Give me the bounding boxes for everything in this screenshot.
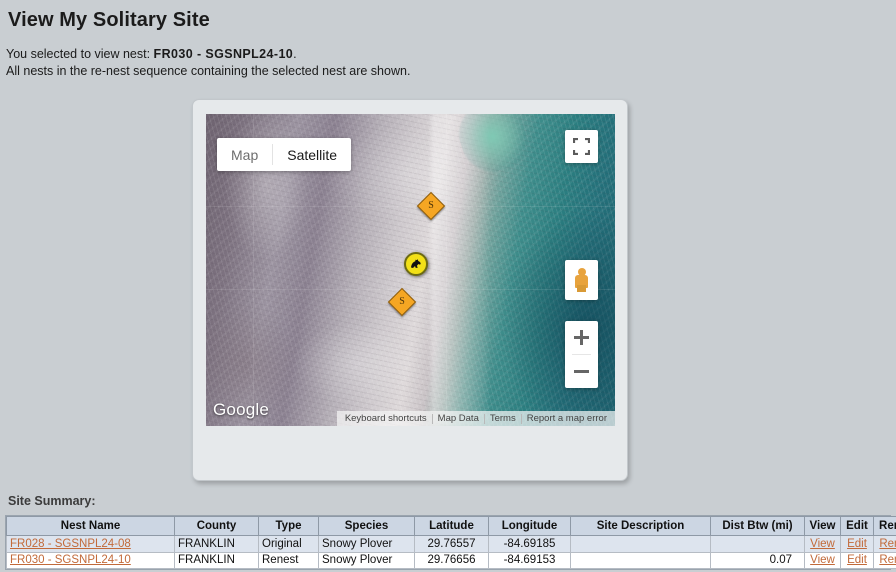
edit-link[interactable]: Edit	[847, 554, 867, 566]
table-row: FR028 - SGSNPL24-08 FRANKLIN Original Sn…	[7, 536, 896, 553]
pegman-icon	[574, 268, 589, 292]
cell-nest-name: FR030 - SGSNPL24-10	[7, 552, 175, 569]
bird-icon	[409, 258, 423, 270]
plus-icon	[574, 330, 589, 345]
nest-name-link[interactable]: FR030 - SGSNPL24-10	[10, 554, 131, 566]
cell-longitude: -84.69153	[489, 552, 571, 569]
fullscreen-button[interactable]	[565, 130, 598, 163]
cell-latitude: 29.76557	[415, 536, 489, 553]
cell-view: View	[805, 552, 841, 569]
cell-view: View	[805, 536, 841, 553]
column-header-type: Type	[259, 517, 319, 536]
column-header-county: County	[175, 517, 259, 536]
view-link[interactable]: View	[810, 554, 835, 566]
cell-county: FRANKLIN	[175, 536, 259, 553]
intro-line-1-prefix: You selected to view nest:	[6, 47, 154, 61]
cell-edit: Edit	[841, 552, 874, 569]
map-type-satellite-button[interactable]: Satellite	[273, 138, 351, 171]
cell-latitude: 29.76656	[415, 552, 489, 569]
cell-dist-btw	[711, 536, 805, 553]
cell-species: Snowy Plover	[319, 536, 415, 553]
page-title: View My Solitary Site	[8, 9, 896, 32]
column-header-dist-btw: Dist Btw (mi)	[711, 517, 805, 536]
site-summary-heading: Site Summary:	[8, 494, 96, 508]
cell-species: Snowy Plover	[319, 552, 415, 569]
column-header-site-description: Site Description	[571, 517, 711, 536]
column-header-species: Species	[319, 517, 415, 536]
remove-link[interactable]: Rem	[879, 554, 896, 566]
intro-line-1-suffix: .	[293, 47, 296, 61]
remove-link[interactable]: Rem	[879, 538, 896, 550]
cell-type: Renest	[259, 552, 319, 569]
map-attribution-bar: Keyboard shortcuts Map Data Terms Report…	[337, 411, 615, 426]
cell-type: Original	[259, 536, 319, 553]
pegman-legs	[577, 285, 586, 292]
map-type-control[interactable]: Map Satellite	[217, 138, 351, 171]
terms-link[interactable]: Terms	[485, 413, 521, 424]
map-data-link[interactable]: Map Data	[433, 413, 484, 424]
column-header-view: View	[805, 517, 841, 536]
intro-line-2: All nests in the re-nest sequence contai…	[6, 63, 896, 80]
nest-marker-label: S	[393, 293, 411, 311]
map-viewport[interactable]: Map Satellite S	[206, 114, 615, 426]
site-summary-table-container: Nest Name County Type Species Latitude L…	[5, 515, 891, 570]
pegman-button[interactable]	[565, 260, 598, 300]
cell-nest-name: FR028 - SGSNPL24-08	[7, 536, 175, 553]
column-header-longitude: Longitude	[489, 517, 571, 536]
map-panel: Map Satellite S	[192, 99, 628, 481]
column-header-nest-name: Nest Name	[7, 517, 175, 536]
map-tile-seam	[446, 114, 447, 426]
intro-text: You selected to view nest: FR030 - SGSNP…	[6, 46, 896, 80]
table-row: FR030 - SGSNPL24-10 FRANKLIN Renest Snow…	[7, 552, 896, 569]
cell-edit: Edit	[841, 536, 874, 553]
cell-longitude: -84.69185	[489, 536, 571, 553]
zoom-control[interactable]	[565, 321, 598, 388]
zoom-out-button[interactable]	[565, 355, 598, 388]
cell-county: FRANKLIN	[175, 552, 259, 569]
cell-dist-btw: 0.07	[711, 552, 805, 569]
map-tile-seam	[206, 206, 615, 207]
edit-link[interactable]: Edit	[847, 538, 867, 550]
minus-icon	[574, 364, 589, 379]
view-link[interactable]: View	[810, 538, 835, 550]
satellite-surf-line	[431, 114, 488, 426]
nest-name-link[interactable]: FR028 - SGSNPL24-08	[10, 538, 131, 550]
nest-marker-bird[interactable]	[404, 252, 428, 276]
cell-rem: Rem	[874, 536, 896, 553]
google-logo: Google	[213, 400, 269, 420]
column-header-latitude: Latitude	[415, 517, 489, 536]
zoom-in-button[interactable]	[565, 321, 598, 354]
fullscreen-icon	[573, 138, 590, 155]
column-header-rem: Rem	[874, 517, 896, 536]
map-tile-seam	[206, 289, 615, 290]
report-map-error-link[interactable]: Report a map error	[522, 413, 612, 424]
intro-line-1: You selected to view nest: FR030 - SGSNP…	[6, 46, 896, 63]
cell-rem: Rem	[874, 552, 896, 569]
site-summary-table: Nest Name County Type Species Latitude L…	[6, 516, 896, 569]
map-type-map-button[interactable]: Map	[217, 138, 272, 171]
keyboard-shortcuts-link[interactable]: Keyboard shortcuts	[340, 413, 432, 424]
satellite-deep-water	[500, 208, 615, 426]
cell-site-description	[571, 552, 711, 569]
table-header-row: Nest Name County Type Species Latitude L…	[7, 517, 896, 536]
selected-nest-id: FR030 - SGSNPL24-10	[154, 47, 294, 61]
column-header-edit: Edit	[841, 517, 874, 536]
nest-marker-label: S	[422, 197, 440, 215]
cell-site-description	[571, 536, 711, 553]
